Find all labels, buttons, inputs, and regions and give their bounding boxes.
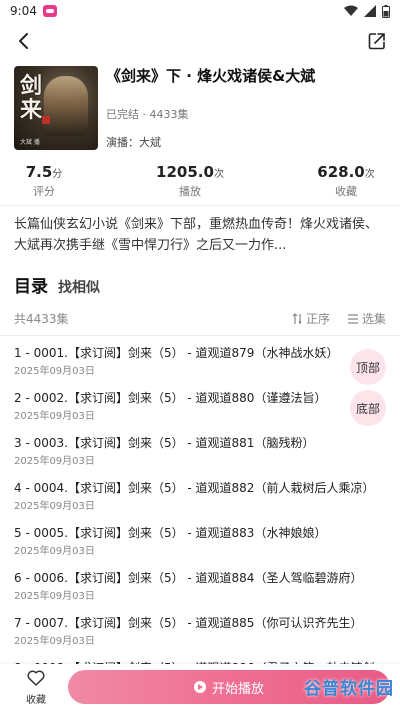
episode-title: 3 - 0003.【求订阅】剑来（5） - 道观道881（脑残粉） [14,436,315,450]
stats-row: 7.5分 评分 1205.0次 播放 628.0次 收藏 [0,162,400,202]
episode-date: 2025年09月03日 [14,636,95,647]
book-cast: 演播：大斌 [106,136,161,149]
list-item[interactable]: 2 - 0002.【求订阅】剑来（5） - 道观道880（谨遵法旨） 2025年… [14,390,386,435]
status-bar: 9:04 [0,0,400,22]
stat-plays-unit: 次 [213,169,224,180]
stat-plays-label: 播放 [179,185,201,198]
select-label: 选集 [361,312,386,326]
stat-favorites-unit: 次 [364,169,375,180]
book-title: 《剑来》下 · 烽火戏诸侯&大斌 [106,67,316,85]
cover-figure [44,76,88,136]
watermark: 谷普软件园 [304,679,394,699]
list-item[interactable]: 3 - 0003.【求订阅】剑来（5） - 道观道881（脑残粉） 2025年0… [14,435,386,480]
list-item[interactable]: 6 - 0006.【求订阅】剑来（5） - 道观道884（圣人驾临碧游府） 20… [14,570,386,615]
stat-rating-value: 7.5 [25,163,53,181]
stat-rating-unit: 分 [52,169,63,180]
tab-find-similar[interactable]: 找相似 [58,277,100,297]
episode-title: 7 - 0007.【求订阅】剑来（5） - 道观道885（你可认识齐先生） [14,616,363,630]
status-time: 9:04 [10,4,37,18]
favorite-label: 收藏 [26,695,46,706]
section-head: 目录 找相似 [14,272,100,297]
episode-date: 2025年09月03日 [14,456,95,467]
start-play-label: 开始播放 [211,681,264,697]
episode-date: 2025年09月03日 [14,501,95,512]
divider [0,205,400,206]
list-item[interactable]: 4 - 0004.【求订阅】剑来（5） - 道观道882（前人栽树后人乘凉） 2… [14,480,386,525]
book-cover[interactable]: 剑来 大斌 播 [14,66,98,150]
signal-icon [364,5,376,17]
stat-favorites-label: 收藏 [335,185,357,198]
back-arrow-icon[interactable] [12,29,36,53]
app-notification-icon [42,5,57,17]
cover-seal [42,116,50,124]
share-icon[interactable] [366,30,388,52]
scroll-top-button[interactable]: 顶部 [350,349,386,385]
episode-date: 2025年09月03日 [14,591,95,602]
status-icons [344,4,390,18]
episode-title: 2 - 0002.【求订阅】剑来（5） - 道观道880（谨遵法旨） [14,391,327,405]
select-episodes-button[interactable]: 选集 [347,310,386,327]
play-icon [193,681,206,693]
bottom-bar: 收藏 开始播放 谷普软件园 [0,664,400,711]
episode-date: 2025年09月03日 [14,411,95,422]
list-item[interactable]: 7 - 0007.【求订阅】剑来（5） - 道观道885（你可认识齐先生） 20… [14,615,386,660]
top-nav [0,22,400,60]
episode-list: 1 - 0001.【求订阅】剑来（5） - 道观道879（水神战水妖） 2025… [14,345,386,705]
episode-date: 2025年09月03日 [14,546,95,557]
stat-rating-label: 评分 [33,185,55,198]
heart-icon [27,670,45,686]
sort-button[interactable]: 正序 [292,310,330,327]
episode-count: 共4433集 [14,312,69,326]
divider [0,335,400,336]
stat-favorites-value: 628.0 [317,163,365,181]
episode-title: 1 - 0001.【求订阅】剑来（5） - 道观道879（水神战水妖） [14,346,339,360]
list-toolbar: 共4433集 正序 选集 [14,310,386,328]
episode-title: 5 - 0005.【求订阅】剑来（5） - 道观道883（水神娘娘） [14,526,327,540]
scroll-bottom-button[interactable]: 底部 [350,390,386,426]
book-header: 剑来 大斌 播 《剑来》下 · 烽火戏诸侯&大斌 已完结 · 4433集 演播：… [14,66,386,154]
episode-date: 2025年09月03日 [14,366,95,377]
favorite-button[interactable]: 收藏 [18,670,54,706]
book-intro[interactable]: 长篇仙侠玄幻小说《剑来》下部，重燃热血传奇！烽火戏诸侯、大斌再次携手继《雪中悍刀… [14,214,386,256]
sort-label: 正序 [305,312,330,326]
list-item[interactable]: 5 - 0005.【求订阅】剑来（5） - 道观道883（水神娘娘） 2025年… [14,525,386,570]
episode-title: 4 - 0004.【求订阅】剑来（5） - 道观道882（前人栽树后人乘凉） [14,481,375,495]
sort-icon [292,312,302,324]
stat-plays-value: 1205.0 [156,163,214,181]
tab-catalog[interactable]: 目录 [14,272,48,297]
stat-rating: 7.5分 评分 [0,162,104,199]
book-meta: 已完结 · 4433集 [106,108,189,121]
list-item[interactable]: 1 - 0001.【求订阅】剑来（5） - 道观道879（水神战水妖） 2025… [14,345,386,390]
list-icon [347,313,358,324]
cover-author: 大斌 播 [20,139,40,146]
battery-icon [382,4,390,18]
wifi-icon [344,5,358,16]
stat-plays: 1205.0次 播放 [130,162,250,199]
stat-favorites: 628.0次 收藏 [286,162,400,199]
episode-title: 6 - 0006.【求订阅】剑来（5） - 道观道884（圣人驾临碧游府） [14,571,363,585]
cover-title-art: 剑来 [20,73,43,123]
